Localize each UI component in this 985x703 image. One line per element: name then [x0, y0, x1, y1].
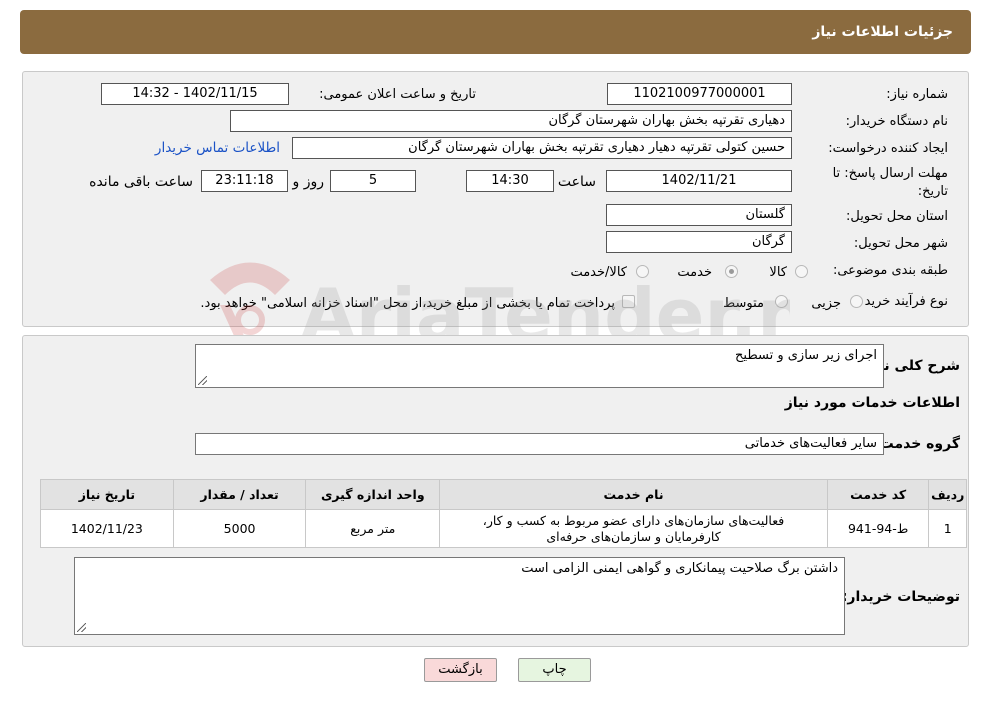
category-label: طبقه بندی موضوعی: — [832, 263, 948, 278]
table-row: 1 ط-94-941 فعالیت‌های سازمان‌های دارای ع… — [40, 509, 967, 548]
buyer-contact-link[interactable]: اطلاعات تماس خریدار — [155, 140, 280, 156]
purchase-option-minor: جزیی — [811, 296, 841, 311]
requester-label: ایجاد کننده درخواست: — [828, 141, 948, 156]
need-info-panel: شماره نیاز: 1102100977000001 تاریخ و ساع… — [22, 71, 969, 327]
buyer-org-field: دهیاری تقرتپه بخش بهاران شهرستان گرگان — [230, 110, 792, 132]
city-label: شهر محل تحویل: — [853, 236, 948, 251]
category-radio-service[interactable] — [725, 265, 738, 278]
buyer-notes-textarea[interactable]: داشتن برگ صلاحیت پیمانکاری و گواهی ایمنی… — [74, 557, 845, 635]
service-group-field: سایر فعالیت‌های خدماتی — [195, 433, 884, 455]
purchase-radio-medium[interactable] — [775, 295, 788, 308]
back-button[interactable]: بازگشت — [424, 658, 497, 682]
deadline-time-label: ساعت — [557, 174, 596, 190]
city-field: گرگان — [606, 231, 792, 253]
announce-datetime-label: تاریخ و ساعت اعلان عمومی: — [319, 87, 476, 102]
category-radio-goods-service[interactable] — [636, 265, 649, 278]
summary-textarea[interactable]: اجرای زیر سازی و تسطیح — [195, 344, 884, 388]
col-header-quantity: تعداد / مقدار — [172, 479, 307, 510]
deadline-label-line1: مهلت ارسال پاسخ: تا — [832, 166, 948, 181]
payment-treasury-checkbox[interactable] — [622, 295, 635, 308]
need-number-label: شماره نیاز: — [886, 87, 948, 102]
cell-need-date: 1402/11/23 — [40, 509, 174, 548]
remaining-label: ساعت باقی مانده — [89, 174, 193, 190]
requester-field: حسین کتولی تقرتپه دهیار دهیاری تقرتپه بخ… — [292, 137, 792, 159]
service-group-label: گروه خدمت: — [874, 436, 960, 452]
cell-name: فعالیت‌های سازمان‌های دارای عضو مربوط به… — [439, 509, 828, 548]
buyer-org-label: نام دستگاه خریدار: — [845, 114, 948, 129]
need-number-field: 1102100977000001 — [607, 83, 792, 105]
services-table: ردیف کد خدمت نام خدمت واحد اندازه گیری ت… — [40, 479, 967, 548]
col-header-unit: واحد اندازه گیری — [305, 479, 441, 510]
col-header-code: کد خدمت — [826, 479, 930, 510]
deadline-time-field: 14:30 — [466, 170, 554, 192]
remaining-days-field: 5 — [330, 170, 416, 192]
cell-row: 1 — [928, 509, 967, 548]
category-radio-goods[interactable] — [795, 265, 808, 278]
cell-code: ط-94-941 — [826, 509, 930, 548]
resize-handle-icon[interactable] — [198, 376, 207, 385]
page-header: جزئیات اطلاعات نیاز — [20, 10, 971, 54]
days-label: روز و — [292, 174, 325, 190]
purchase-option-medium: متوسط — [723, 296, 764, 311]
col-header-need-date: تاریخ نیاز — [40, 479, 174, 510]
purchase-radio-minor[interactable] — [850, 295, 863, 308]
resize-handle-icon[interactable] — [77, 623, 86, 632]
cell-unit: متر مربع — [305, 509, 441, 548]
payment-treasury-label: پرداخت تمام یا بخشی از مبلغ خرید،از محل … — [200, 296, 615, 311]
col-header-row: ردیف — [928, 479, 967, 510]
province-label: استان محل تحویل: — [846, 209, 948, 224]
services-heading: اطلاعات خدمات مورد نیاز — [784, 395, 960, 411]
deadline-date-field: 1402/11/21 — [606, 170, 792, 192]
need-details-panel: شرح کلی نیاز: اجرای زیر سازی و تسطیح اطل… — [22, 335, 969, 647]
remaining-time-field: 23:11:18 — [201, 170, 288, 192]
services-table-header: ردیف کد خدمت نام خدمت واحد اندازه گیری ت… — [40, 479, 967, 510]
deadline-label-line2: تاریخ: — [917, 184, 948, 199]
announce-datetime-field: 1402/11/15 - 14:32 — [101, 83, 289, 105]
category-option-goods-service: کالا/خدمت — [570, 265, 627, 280]
purchase-type-label: نوع فرآیند خرید : — [856, 294, 948, 309]
print-button[interactable]: چاپ — [518, 658, 591, 682]
category-option-goods: کالا — [769, 265, 787, 280]
page-title: جزئیات اطلاعات نیاز — [812, 24, 953, 40]
buyer-notes-label: توضیحات خریدار: — [841, 589, 960, 605]
col-header-name: نام خدمت — [439, 479, 828, 510]
cell-quantity: 5000 — [172, 509, 307, 548]
category-option-service: خدمت — [677, 265, 712, 280]
province-field: گلستان — [606, 204, 792, 226]
